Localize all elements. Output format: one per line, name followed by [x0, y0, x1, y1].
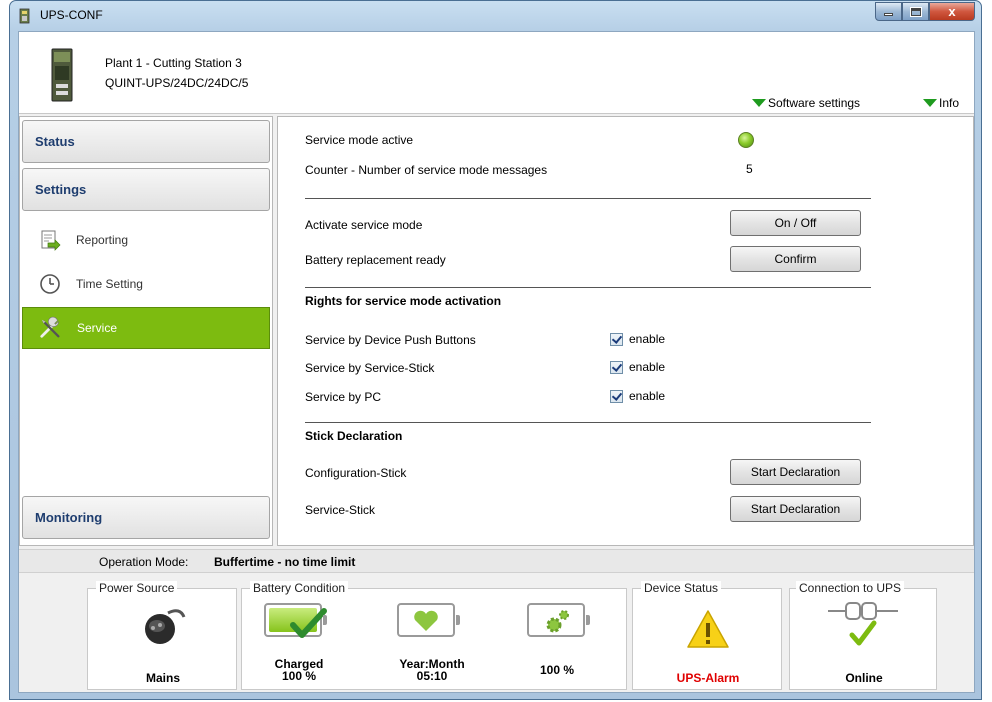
connection-value: Online — [845, 671, 883, 685]
checkbox-label: enable — [629, 332, 666, 346]
right-label-pc: Service by PC — [305, 390, 382, 404]
app-window: UPS-CONF x Plant 1 - Cutting Station 3 Q… — [9, 0, 982, 700]
counter-label: Counter - Number of service mode message… — [305, 163, 548, 177]
sidebar-status-button[interactable]: Status — [22, 120, 270, 163]
sidebar-item-label: Reporting — [76, 233, 129, 247]
power-source-value: Mains — [145, 671, 180, 685]
service-mode-active-label: Service mode active — [305, 133, 414, 147]
battery-condition-title: Battery Condition — [250, 581, 349, 595]
maximize-button[interactable] — [902, 2, 929, 21]
activate-service-mode-label: Activate service mode — [305, 218, 423, 232]
software-settings-link[interactable]: Software settings — [752, 96, 860, 110]
software-settings-label: Software settings — [768, 96, 861, 110]
sidebar: Status Settings Reporting Time Setting S… — [19, 116, 273, 546]
sidebar-item-service[interactable]: Service — [22, 307, 270, 349]
battery-condition-box: Battery Condition Charged 100 % Year:Mon… — [241, 581, 627, 690]
checkbox-checked[interactable] — [610, 389, 623, 403]
sidebar-item-reporting[interactable]: Reporting — [22, 219, 270, 261]
app-icon — [19, 8, 30, 24]
service-mode-led-indicator — [738, 132, 754, 148]
right-label-service-stick: Service by Service-Stick — [305, 361, 435, 375]
battery-health-icon — [397, 603, 460, 637]
heart-icon — [414, 610, 438, 631]
sidebar-item-label: Time Setting — [76, 277, 143, 291]
configuration-stick-label: Configuration-Stick — [305, 466, 407, 480]
power-plug-icon — [145, 609, 186, 644]
reporting-icon — [38, 228, 62, 252]
service-stick-label: Service-Stick — [305, 503, 376, 517]
pc-enable-checkbox[interactable]: enable — [610, 389, 665, 403]
device-status-value: UPS-Alarm — [676, 671, 740, 685]
checkbox-label: enable — [629, 360, 666, 374]
charged-value: 100 % — [281, 669, 317, 683]
connection-title: Connection to UPS — [796, 581, 905, 595]
clock-icon — [38, 272, 62, 296]
sidebar-settings-button[interactable]: Settings — [22, 168, 270, 211]
device-status-title: Device Status — [641, 581, 722, 595]
minimize-button[interactable] — [875, 2, 902, 21]
maximize-icon — [909, 6, 922, 17]
operation-mode-bar: Operation Mode: Buffertime - no time lim… — [19, 549, 974, 573]
checkbox-checked[interactable] — [610, 360, 623, 374]
device-location: Plant 1 - Cutting Station 3 — [105, 56, 242, 70]
counter-value: 5 — [746, 162, 753, 176]
expand-triangle-icon — [923, 99, 937, 107]
battery-replacement-label: Battery replacement ready — [305, 253, 446, 267]
window-controls: x — [875, 2, 975, 21]
device-header: Plant 1 - Cutting Station 3 QUINT-UPS/24… — [19, 32, 974, 114]
info-label: Info — [939, 96, 960, 110]
close-icon: x — [948, 4, 956, 19]
start-declaration-service-button[interactable]: Start Declaration — [730, 496, 861, 522]
gears-icon — [546, 610, 569, 633]
confirm-button[interactable]: Confirm — [730, 246, 861, 272]
battery-capacity-icon — [527, 603, 590, 637]
close-button[interactable]: x — [929, 2, 975, 21]
device-model: QUINT-UPS/24DC/24DC/5 — [105, 76, 249, 90]
ups-device-icon — [51, 48, 73, 102]
sidebar-item-time-setting[interactable]: Time Setting — [22, 263, 270, 305]
device-status-box: Device Status UPS-Alarm — [632, 581, 782, 690]
push-buttons-enable-checkbox[interactable]: enable — [610, 332, 665, 346]
battery-charge-icon — [264, 603, 327, 638]
warning-icon — [687, 610, 729, 648]
connection-plug-icon — [828, 602, 898, 646]
power-source-box: Power Source Mains — [87, 581, 237, 690]
sidebar-monitoring-button[interactable]: Monitoring — [22, 496, 270, 539]
tools-icon — [39, 316, 63, 340]
operation-mode-value: Buffertime - no time limit — [214, 555, 356, 569]
check-icon — [290, 608, 327, 638]
client-area: Plant 1 - Cutting Station 3 QUINT-UPS/24… — [18, 31, 975, 693]
minimize-icon — [884, 13, 893, 16]
info-link[interactable]: Info — [923, 96, 959, 110]
divider — [305, 422, 871, 423]
service-stick-enable-checkbox[interactable]: enable — [610, 360, 665, 374]
expand-triangle-icon — [752, 99, 766, 107]
window-title: UPS-CONF — [40, 8, 103, 22]
connection-box: Connection to UPS Online — [789, 581, 937, 690]
operation-mode-label: Operation Mode: — [99, 555, 189, 569]
sidebar-item-label: Service — [77, 321, 118, 335]
checkbox-checked[interactable] — [610, 332, 623, 346]
battery-age-value: 05:10 — [416, 669, 448, 683]
battery-capacity-value: 100 % — [539, 663, 575, 677]
checkbox-label: enable — [629, 389, 666, 403]
divider — [305, 287, 871, 288]
rights-section-title: Rights for service mode activation — [305, 294, 502, 308]
on-off-button[interactable]: On / Off — [730, 210, 861, 236]
start-declaration-config-button[interactable]: Start Declaration — [730, 459, 861, 485]
power-source-title: Power Source — [96, 581, 178, 595]
divider — [305, 198, 871, 199]
title-bar[interactable]: UPS-CONF x — [10, 1, 981, 31]
service-panel: Service mode active Counter - Number of … — [277, 116, 974, 546]
stick-declaration-title: Stick Declaration — [305, 429, 403, 443]
right-label-push-buttons: Service by Device Push Buttons — [305, 333, 476, 347]
